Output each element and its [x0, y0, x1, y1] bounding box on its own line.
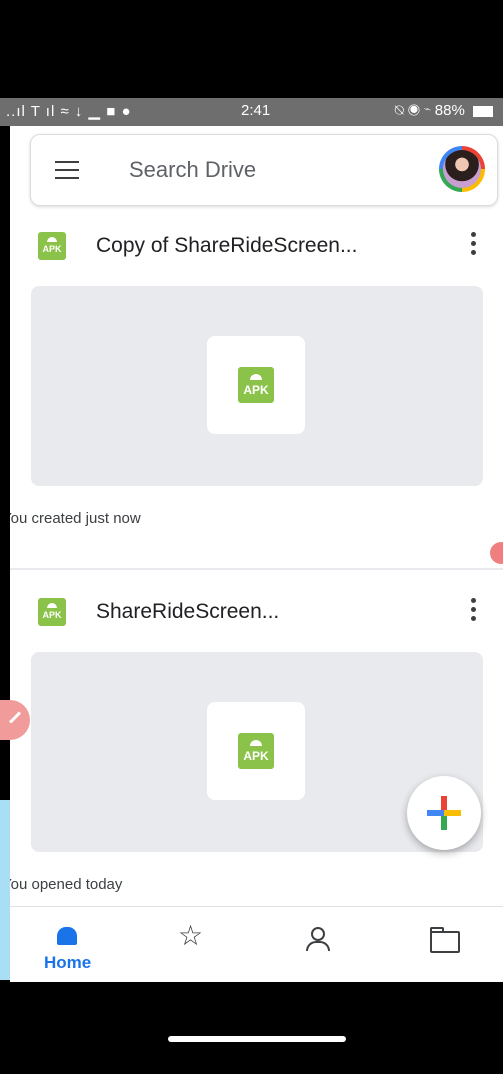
preview-tile: APK: [207, 702, 305, 800]
menu-icon[interactable]: [55, 161, 79, 179]
apk-file-icon: APK: [238, 733, 274, 769]
file-activity: You created just now: [10, 510, 141, 527]
status-icons-misc: ⍉ ◉ ⌁: [394, 102, 431, 119]
folder-icon: [430, 927, 460, 953]
avatar[interactable]: [439, 146, 485, 192]
nav-files[interactable]: [424, 907, 464, 982]
nav-starred[interactable]: ☆: [172, 907, 212, 982]
file-name[interactable]: ShareRideScreen...: [96, 600, 279, 624]
bottom-navigation: Home ☆: [10, 906, 503, 982]
avatar-photo: [443, 150, 481, 188]
people-icon: [304, 927, 334, 951]
apk-file-icon: APK: [38, 232, 66, 260]
file-name[interactable]: Copy of ShareRideScreen...: [96, 234, 357, 258]
file-item-header[interactable]: APK ShareRideScreen...: [10, 594, 503, 634]
home-indicator[interactable]: [168, 1036, 346, 1042]
apk-file-icon: APK: [38, 598, 66, 626]
nav-shared[interactable]: [300, 907, 340, 982]
more-options-icon[interactable]: [471, 232, 477, 258]
status-icons-right: ⍉ ◉ ⌁ 88%: [395, 102, 493, 119]
battery-icon: [473, 105, 493, 117]
new-button[interactable]: [407, 776, 481, 850]
divider: [10, 568, 503, 570]
drive-app: Search Drive APK Copy of ShareRideScreen…: [10, 126, 503, 982]
file-preview[interactable]: APK: [31, 286, 483, 486]
star-icon: ☆: [178, 920, 204, 951]
search-input[interactable]: Search Drive: [129, 157, 256, 183]
nav-home[interactable]: Home: [32, 907, 102, 982]
file-activity: You opened today: [10, 876, 123, 893]
battery-percent: 88%: [434, 102, 465, 119]
status-time: 2:41: [241, 102, 271, 119]
status-icons-left: ..ıl T ıl ≈ ↓ ▁ ■ ●: [6, 103, 132, 120]
nav-home-label: Home: [44, 953, 92, 972]
home-icon: [57, 927, 77, 945]
apk-file-icon: APK: [238, 367, 274, 403]
search-bar[interactable]: Search Drive: [30, 134, 498, 206]
status-bar: ..ıl T ıl ≈ ↓ ▁ ■ ● 2:41 ⍉ ◉ ⌁ 88%: [0, 98, 503, 126]
more-options-icon[interactable]: [471, 598, 477, 624]
edge-strip: [0, 800, 10, 980]
file-item-header[interactable]: APK Copy of ShareRideScreen...: [10, 228, 503, 268]
preview-tile: APK: [207, 336, 305, 434]
